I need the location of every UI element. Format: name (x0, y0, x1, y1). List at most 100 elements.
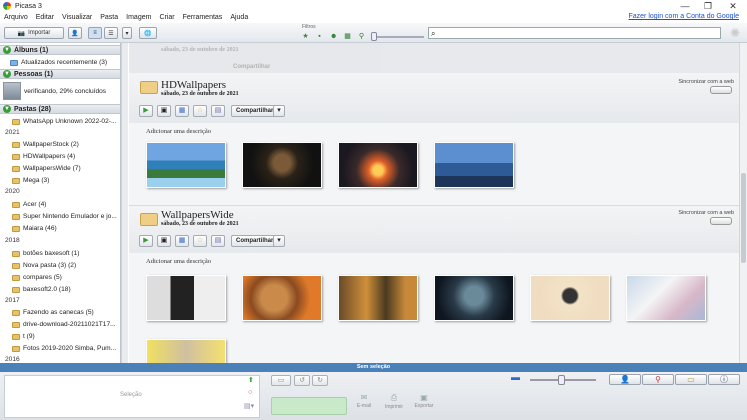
menu-ferramentas[interactable]: Ferramentas (179, 14, 227, 21)
star-icon[interactable]: ☆ (193, 235, 207, 247)
tray-menu-icon[interactable]: ▤▾ (244, 402, 254, 410)
photo-thumbnail[interactable] (626, 275, 706, 321)
library-view-button[interactable]: ≡ (88, 27, 102, 39)
collage-icon[interactable]: ▦ (175, 235, 189, 247)
albums-section-header[interactable]: ▼ Álbuns (1) (0, 45, 120, 55)
folder-item[interactable]: Mega (3) (0, 175, 120, 186)
sidebar-splitter[interactable] (121, 43, 128, 363)
album-title[interactable]: HDWallpapers (161, 79, 226, 91)
play-slideshow-icon[interactable]: ▶ (139, 105, 153, 117)
print-action[interactable]: ⎙ Imprimir (380, 393, 408, 410)
sync-toggle[interactable] (710, 217, 732, 225)
play-slideshow-icon[interactable]: ▶ (139, 235, 153, 247)
folder-item[interactable]: drive-download-20211021T17... (0, 319, 120, 330)
face-filter-icon[interactable]: ☻ (330, 33, 337, 40)
thumbnail-size-knob[interactable] (558, 375, 565, 385)
menu-ajuda[interactable]: Ajuda (226, 14, 252, 21)
export-action[interactable]: ▣ Exportar (410, 393, 438, 409)
import-button[interactable]: 📷 Importar (4, 27, 64, 39)
print-label: Imprimir (384, 404, 404, 410)
scrollbar-thumb[interactable] (741, 173, 746, 263)
clear-icon[interactable]: ○ (248, 389, 252, 396)
tags-panel-button[interactable]: ▭ (675, 374, 707, 385)
photo-thumbnail[interactable] (434, 275, 514, 321)
folder-item[interactable]: WallpapersWide (7) (0, 163, 120, 174)
folder-item[interactable]: t (9) (0, 331, 120, 342)
album-description[interactable]: Adicionar uma descrição (146, 128, 211, 135)
maximize-button[interactable]: ❐ (698, 0, 718, 12)
collapse-icon[interactable]: ▼ (3, 70, 11, 78)
date-filter-slider[interactable] (372, 36, 424, 38)
google-login-link[interactable]: Fazer login com a Conta do Google (624, 13, 743, 20)
share-button[interactable]: Compartilhar (231, 235, 279, 247)
menu-arquivo[interactable]: Arquivo (0, 14, 32, 21)
folder-item[interactable]: compares (5) (0, 272, 120, 283)
view-options-dropdown[interactable]: ▾ (122, 27, 132, 39)
menu-pasta[interactable]: Pasta (96, 14, 122, 21)
tree-view-button[interactable]: ☰ (104, 27, 118, 39)
star-filter-icon[interactable]: ★ (302, 33, 309, 40)
photo-thumbnail[interactable] (146, 339, 226, 363)
email-action[interactable]: ✉ E-mail (350, 393, 378, 409)
folders-section-header[interactable]: ▼ Pastas (28) (0, 104, 120, 114)
photo-thumbnail[interactable] (338, 142, 418, 188)
folder-item[interactable]: botões baxesoft (1) (0, 248, 120, 259)
share-web-button[interactable]: 🌐 (139, 27, 157, 39)
photo-thumbnail[interactable] (146, 142, 226, 188)
photo-thumbnail[interactable] (146, 275, 226, 321)
people-view-button[interactable]: 👤 (68, 27, 82, 39)
photo-thumbnail[interactable] (242, 142, 322, 188)
rotate-left-button[interactable]: ↺ (294, 375, 310, 386)
folder-item[interactable]: Acer (4) (0, 199, 120, 210)
folder-item[interactable]: Fazendo as canecas (5) (0, 307, 120, 318)
star-icon[interactable]: ☆ (193, 105, 207, 117)
upload-button[interactable]: ▭ (271, 375, 291, 386)
video-filter-icon[interactable]: ▪ (316, 33, 323, 40)
photo-thumbnail[interactable] (338, 275, 418, 321)
collapse-icon[interactable]: ▼ (3, 105, 11, 113)
photo-thumbnail[interactable] (434, 142, 514, 188)
people-section-header[interactable]: ▼ Pessoas (1) (0, 69, 120, 79)
folder-item[interactable]: Maiara (46) (0, 223, 120, 234)
save-icon[interactable]: ▤ (211, 105, 225, 117)
folder-item[interactable]: HDWallpapers (4) (0, 151, 120, 162)
sidebar-item-recent[interactable]: Atualizados recentemente (3) (0, 57, 120, 68)
folder-item[interactable]: Nova pasta (3) (2) (0, 260, 120, 271)
close-button[interactable]: ✕ (723, 0, 743, 12)
minimize-button[interactable]: — (675, 0, 695, 12)
folder-item[interactable]: Fotos 2019-2020 Simba, Pum... (0, 343, 120, 354)
places-panel-button[interactable]: ⚲ (642, 374, 674, 385)
person-avatar[interactable] (3, 82, 21, 100)
geotag-filter-icon[interactable]: ⚲ (358, 33, 365, 40)
hold-icon[interactable]: ⬆ (248, 376, 254, 384)
movie-icon[interactable]: ▣ (157, 235, 171, 247)
people-panel-button[interactable]: 👤 (609, 374, 641, 385)
photo-thumbnail[interactable] (530, 275, 610, 321)
menu-imagem[interactable]: Imagem (122, 14, 155, 21)
share-dropdown-icon[interactable]: ▾ (273, 105, 285, 117)
menu-criar[interactable]: Criar (155, 14, 178, 21)
photo-thumbnail[interactable] (242, 275, 322, 321)
menu-editar[interactable]: Editar (32, 14, 58, 21)
share-button[interactable]: Compartilhar (231, 105, 279, 117)
rotate-right-button[interactable]: ↻ (312, 375, 328, 386)
folder-item[interactable]: WallpaperStock (2) (0, 139, 120, 150)
sync-toggle[interactable] (710, 86, 732, 94)
album-description[interactable]: Adicionar uma descrição (146, 258, 211, 265)
save-icon[interactable]: ▤ (211, 235, 225, 247)
folder-item[interactable]: baxesoft2.0 (18) (0, 284, 120, 295)
date-filter-knob[interactable] (371, 32, 377, 41)
folder-item[interactable]: Super Nintendo Emulador e jo... (0, 211, 120, 222)
collapse-icon[interactable]: ▼ (3, 46, 11, 54)
movie-icon[interactable]: ▣ (157, 105, 171, 117)
upload-to-web-button[interactable] (271, 397, 347, 415)
web-filter-icon[interactable]: ▦ (344, 33, 351, 40)
info-panel-button[interactable]: ⓘ (708, 374, 740, 385)
share-dropdown-icon[interactable]: ▾ (273, 235, 285, 247)
search-box[interactable]: ⌕ (428, 27, 721, 39)
collage-icon[interactable]: ▦ (175, 105, 189, 117)
folder-item[interactable]: WhatsApp Unknown 2022-02-... (0, 116, 120, 127)
menu-visualizar[interactable]: Visualizar (58, 14, 96, 21)
main-scrollbar[interactable] (739, 43, 747, 363)
album-title[interactable]: WallpapersWide (161, 209, 234, 221)
